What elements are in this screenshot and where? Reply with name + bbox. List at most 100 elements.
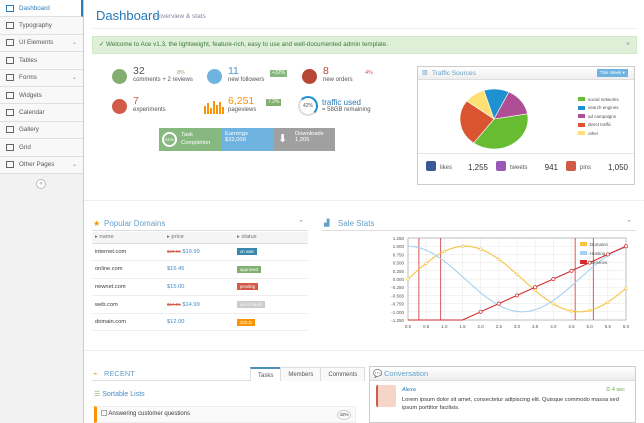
y-tick-label: 0.750 bbox=[393, 252, 405, 257]
table-row: internet.com $29.99 $19.99 on sale bbox=[92, 243, 308, 262]
followers-count: 11 bbox=[228, 65, 239, 77]
sortable-lists-label: Sortable Lists bbox=[102, 391, 145, 398]
column-header[interactable]: ▸ status bbox=[234, 232, 308, 244]
domain-price-cell: $16.45 bbox=[164, 260, 234, 279]
collapse-icon[interactable]: ⌃ bbox=[298, 216, 304, 231]
column-header[interactable]: ▸ name bbox=[92, 232, 164, 244]
task-completion-text: Task Completion bbox=[181, 131, 210, 147]
tab-members[interactable]: Members bbox=[280, 367, 322, 381]
legend-swatch bbox=[578, 105, 585, 110]
stat-pageviews: 6,251 pageviews bbox=[228, 96, 257, 114]
comments-badge: 8% bbox=[177, 70, 185, 76]
sidebar-item-calendar[interactable]: Calendar bbox=[0, 104, 83, 122]
table-row: newnet.com $15.00 pending bbox=[92, 278, 308, 297]
y-tick-label: 0.500 bbox=[393, 261, 405, 266]
data-point bbox=[460, 244, 465, 248]
legend-swatch bbox=[578, 122, 585, 127]
legend-swatch bbox=[580, 260, 587, 264]
conversation-title: Conversation bbox=[384, 369, 429, 378]
stat-followers: 11 new followers bbox=[228, 65, 264, 84]
column-header[interactable]: ▸ price bbox=[164, 232, 234, 244]
tweets-icon bbox=[496, 161, 506, 171]
sidebar-item-widgets[interactable]: Widgets bbox=[0, 86, 83, 105]
data-point bbox=[551, 277, 556, 281]
sidebar-item-label: Dashboard bbox=[19, 4, 50, 12]
downloads-tile[interactable]: ⬇ Downloads 1,205 bbox=[273, 128, 335, 151]
table-row: web.com $19.95 $14.99 out of stock bbox=[92, 295, 308, 314]
pageviews-badge: 7.2% bbox=[266, 99, 282, 106]
task-completion-tile[interactable]: 61% Task Completion bbox=[159, 128, 221, 151]
earnings-tile[interactable]: Earnings $32,000 bbox=[221, 128, 273, 151]
task-checkbox[interactable] bbox=[101, 410, 107, 417]
domain-name: internet.com bbox=[92, 243, 164, 262]
recent-tabs: Tasks Members Comments bbox=[250, 367, 366, 381]
data-point bbox=[497, 257, 501, 261]
task-item[interactable]: Answering customer questions 42% bbox=[94, 406, 356, 423]
popular-domains-title: Popular Domains bbox=[104, 219, 166, 228]
data-point bbox=[624, 286, 628, 290]
comment-icon: 💬 bbox=[373, 369, 383, 378]
domain-price-cell: $29.99 $19.99 bbox=[164, 243, 234, 262]
edit-icon bbox=[6, 74, 14, 82]
legend-label: other bbox=[588, 130, 599, 136]
x-tick-label: 2.5 bbox=[496, 324, 503, 329]
sidebar-item-label: UI Elements bbox=[19, 39, 54, 47]
conversation-widget: 💬 Conversation Alexa ⏲ 4 sec Lorem ipsum… bbox=[369, 366, 636, 423]
pageviews-label: pageviews bbox=[228, 107, 257, 113]
domain-status-cell: on sale bbox=[234, 243, 308, 262]
message-text: Lorem ipsum dolor sit amet, consectetur … bbox=[402, 397, 619, 411]
y-tick-label: -0.500 bbox=[391, 293, 404, 298]
downloads-line2: 1,205 bbox=[295, 137, 310, 143]
sidebar-item-typography[interactable]: Typography bbox=[0, 17, 83, 35]
sidebar-item-gallery[interactable]: Gallery bbox=[0, 121, 83, 140]
pageviews-sparkline bbox=[204, 101, 224, 114]
sidebar-collapse-button[interactable]: « bbox=[36, 179, 46, 189]
legend-label: social networks bbox=[588, 96, 619, 102]
traffic-sources-header: ▥ Traffic Sources This Week ▾ bbox=[418, 67, 634, 80]
sidebar-item-ui-elements[interactable]: UI Elements ⌄ bbox=[0, 34, 83, 53]
sidebar-item-forms[interactable]: Forms ⌄ bbox=[0, 69, 83, 87]
this-week-dropdown[interactable]: This Week ▾ bbox=[596, 69, 628, 77]
price: $19.99 bbox=[182, 248, 200, 255]
orders-label: new orders bbox=[323, 77, 353, 83]
y-tick-label: 0.250 bbox=[393, 269, 405, 274]
tab-comments[interactable]: Comments bbox=[320, 367, 366, 381]
sidebar-item-other-pages[interactable]: Other Pages ⌄ bbox=[0, 156, 83, 174]
chevron-down-icon: ⌄ bbox=[71, 39, 77, 46]
data-point bbox=[478, 309, 483, 314]
alert-close-button[interactable]: × bbox=[626, 37, 630, 53]
domain-status-cell: out of stock bbox=[234, 295, 308, 314]
sidebar-item-label: Calendar bbox=[19, 109, 45, 117]
old-price: $29.99 bbox=[167, 248, 181, 254]
message-author[interactable]: Alexa bbox=[402, 387, 416, 393]
page-title: Dashboard bbox=[96, 8, 160, 23]
experiments-count: 7 bbox=[133, 95, 139, 107]
x-tick-label: 4.0 bbox=[550, 324, 557, 329]
data-point bbox=[406, 277, 410, 281]
status-badge: pending bbox=[237, 283, 259, 291]
legend-label: ad campaigns bbox=[588, 113, 617, 119]
data-point bbox=[569, 309, 574, 313]
task-line1: Task bbox=[181, 132, 193, 138]
legend-item: search engines bbox=[578, 104, 619, 113]
task-progress: 42% bbox=[337, 410, 351, 420]
data-point bbox=[442, 249, 446, 254]
x-tick-label: 5.5 bbox=[605, 324, 612, 329]
sidebar-item-tables[interactable]: Tables bbox=[0, 52, 83, 70]
collapse-icon[interactable]: ⌃ bbox=[626, 216, 632, 231]
comments-label: comments + 2 reviews bbox=[133, 77, 193, 83]
traffic-pie-chart bbox=[459, 88, 529, 150]
legend-label: search engines bbox=[588, 105, 619, 111]
sidebar-item-label: Grid bbox=[19, 143, 31, 151]
legend-label: Domains bbox=[590, 242, 609, 247]
typography-icon bbox=[6, 22, 14, 30]
legend-label: Services bbox=[590, 260, 608, 265]
data-point bbox=[515, 293, 519, 298]
social-tweets: tweets 941 bbox=[496, 159, 562, 183]
sidebar-item-grid[interactable]: Grid bbox=[0, 139, 83, 157]
welcome-alert: ✓ Welcome to Ace v1.3, the lightweight, … bbox=[92, 36, 637, 54]
sidebar-item-dashboard[interactable]: Dashboard bbox=[0, 0, 83, 18]
sidebar-item-label: Tables bbox=[19, 56, 38, 64]
tab-tasks[interactable]: Tasks bbox=[250, 367, 282, 381]
x-tick-label: 5.0 bbox=[587, 324, 594, 329]
